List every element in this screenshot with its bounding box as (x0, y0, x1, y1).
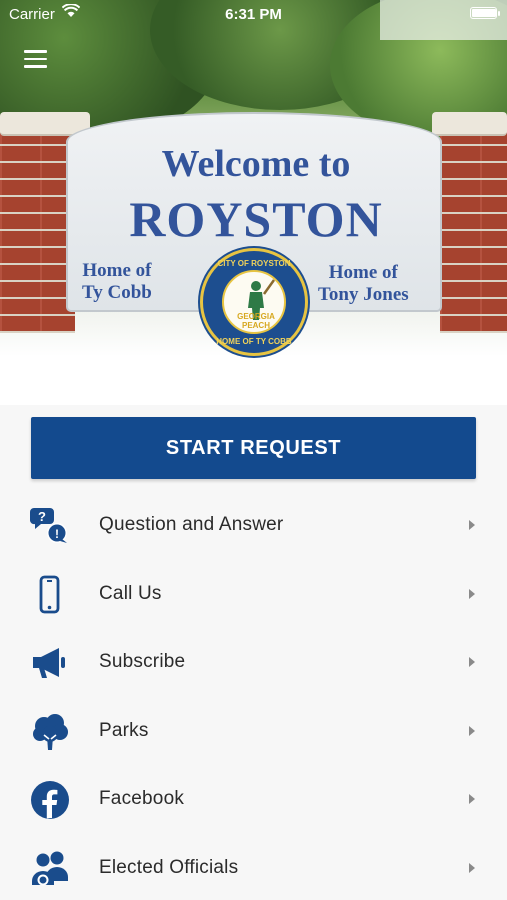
sign-welcome-text: Welcome to (161, 143, 351, 185)
menu-item-label: Facebook (99, 788, 185, 809)
menu-item-call-us[interactable]: Call Us (0, 561, 507, 630)
tree-icon (33, 713, 68, 750)
chevron-right-icon (469, 725, 475, 736)
sign-city-name: ROYSTON (129, 191, 383, 247)
facebook-icon (31, 781, 69, 819)
chevron-right-icon (469, 588, 475, 599)
menu-item-label: Question and Answer (99, 514, 284, 535)
menu-item-elected-officials[interactable]: Elected Officials (0, 835, 507, 900)
question-bubbles-icon: ? ! (30, 508, 67, 543)
brick-pillar-left (0, 118, 75, 333)
menu-item-facebook[interactable]: Facebook (0, 766, 507, 835)
menu-hamburger-button[interactable] (24, 50, 47, 68)
menu-item-label: Subscribe (99, 651, 186, 672)
seal-top-text: CITY OF ROYSTON (217, 259, 291, 268)
sign-home-right-line1: Home of (328, 262, 398, 283)
menu-item-question-and-answer[interactable]: ? ! Question and Answer (0, 492, 507, 561)
megaphone-icon (33, 648, 65, 678)
chevron-right-icon (469, 657, 475, 667)
hamburger-line (24, 65, 47, 68)
sign-home-left: Home of Ty Cobb (82, 260, 152, 304)
menu-item-label: Parks (99, 719, 149, 741)
sign-home-left-line1: Home of (82, 260, 152, 281)
sign-home-left-line2: Ty Cobb (82, 282, 152, 303)
seal-georgia-text: GEORGIA (237, 312, 275, 321)
city-seal: CITY OF ROYSTON GEORGIA PEACH HOME OF TY… (200, 248, 308, 356)
chevron-right-icon (469, 862, 475, 873)
battery-level (472, 9, 496, 17)
battery-icon (470, 7, 500, 19)
seal-peach-text: PEACH (241, 321, 270, 330)
hamburger-line (24, 50, 47, 53)
start-request-button[interactable]: START REQUEST (31, 417, 476, 479)
chevron-right-icon (469, 794, 475, 804)
phone-icon (39, 575, 60, 613)
services-menu: ? ! Question and Answer Call Us Subscrib… (0, 492, 507, 900)
pillar-cap-right (432, 112, 507, 136)
menu-item-label: Elected Officials (99, 856, 239, 878)
status-bar: Carrier 6:31 PM (0, 0, 507, 28)
chevron-right-icon (469, 520, 475, 530)
hero-image: Welcome to ROYSTON Home of Ty Cobb Home … (0, 0, 507, 405)
sign-home-right: Home of Tony Jones (318, 262, 409, 306)
hamburger-line (24, 57, 47, 60)
brick-pillar-right (440, 118, 507, 333)
seal-emblem: GEORGIA PEACH (222, 270, 286, 334)
people-icon (32, 851, 68, 885)
svg-text:?: ? (38, 509, 46, 524)
sign-home-right-line2: Tony Jones (318, 284, 409, 305)
status-time: 6:31 PM (225, 6, 282, 23)
svg-text:!: ! (55, 527, 59, 541)
menu-item-parks[interactable]: Parks (0, 698, 507, 767)
menu-item-subscribe[interactable]: Subscribe (0, 629, 507, 698)
menu-item-label: Call Us (99, 582, 162, 604)
seal-bottom-text: HOME OF TY COBB (216, 337, 292, 346)
